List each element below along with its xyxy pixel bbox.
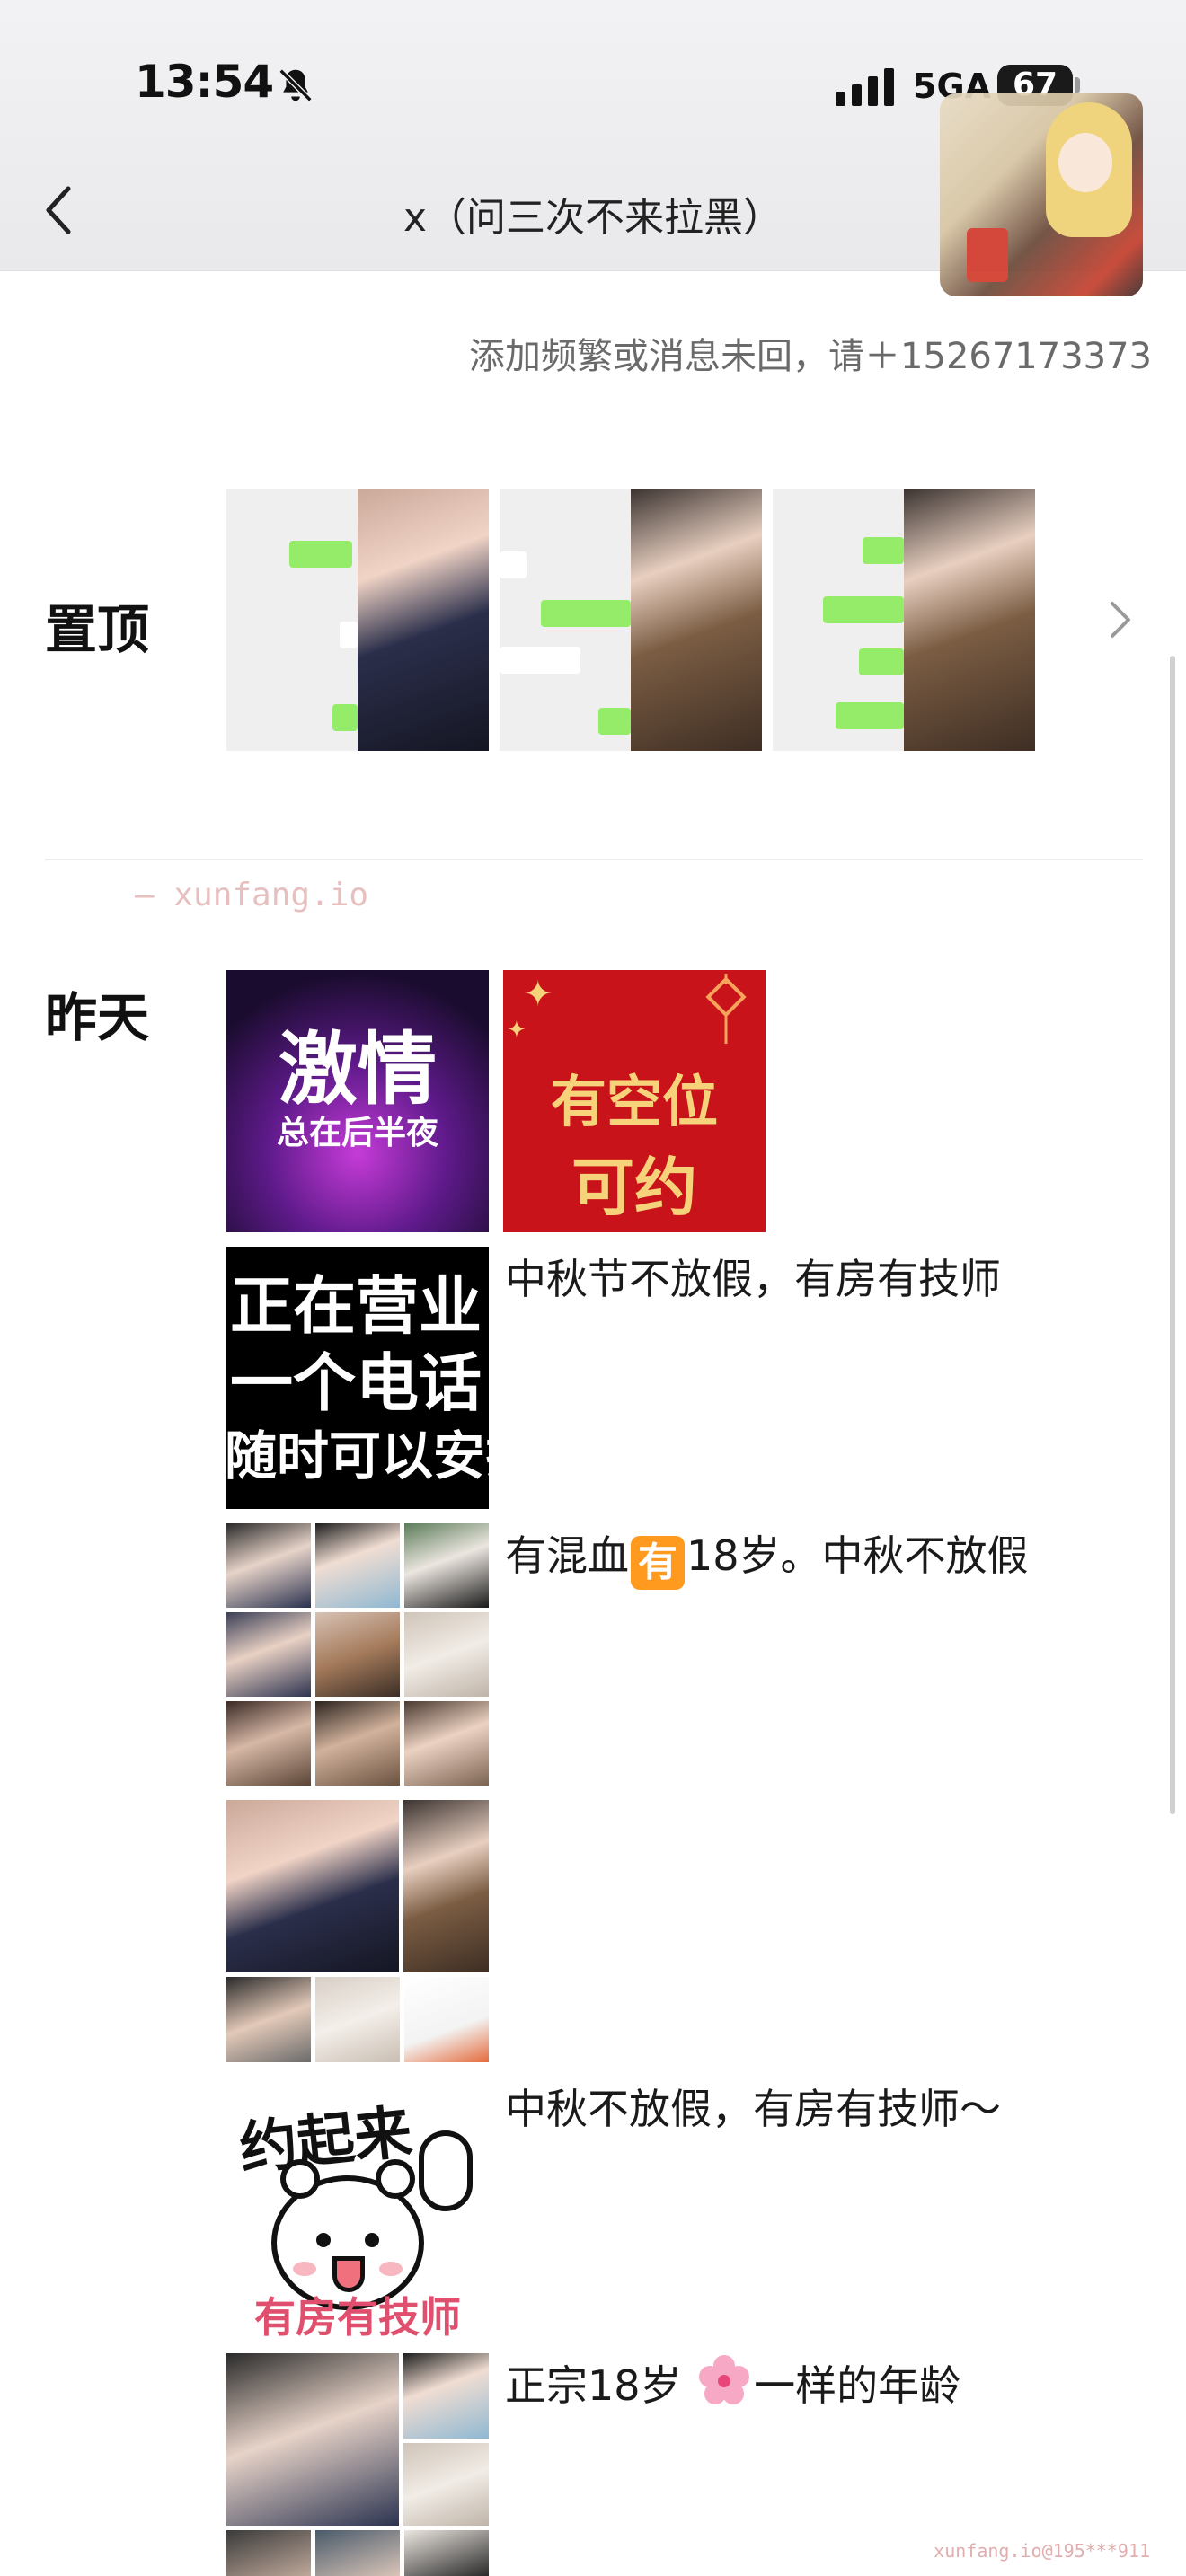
- post-image-grid[interactable]: [226, 2353, 489, 2576]
- photo: [403, 2443, 489, 2526]
- watermark: xunfang.io@195***911: [934, 2540, 1150, 2562]
- image-headline: 有空位: [550, 1069, 718, 1134]
- photo: [315, 1701, 400, 1786]
- photo: [315, 1977, 400, 2062]
- photo: [404, 1701, 489, 1786]
- photo: [403, 1800, 489, 1972]
- photo: [226, 1701, 311, 1786]
- bear-icon-part: [293, 2262, 316, 2276]
- divider: [45, 859, 1143, 860]
- pinned-post[interactable]: [226, 489, 489, 751]
- image-line: 随时可以安排: [226, 1425, 489, 1486]
- photo: [315, 1523, 400, 1608]
- photo: [403, 2353, 489, 2439]
- photo: [358, 489, 489, 751]
- signal-icon: [836, 68, 894, 106]
- status-time: 13:54: [135, 56, 274, 108]
- avatar-art: [967, 228, 1008, 282]
- bear-icon-part: [376, 2159, 415, 2199]
- post-text[interactable]: 中秋不放假，有房有技师～: [505, 2077, 1001, 2136]
- cherry-blossom-icon: [699, 2355, 750, 2404]
- chinese-knot-icon: [705, 974, 747, 1044]
- post-image-bear[interactable]: 约起来 有房有技师: [226, 2077, 489, 2339]
- post-text-part: 有混血: [505, 1531, 629, 1580]
- photo: [315, 2530, 400, 2576]
- bear-icon-part: [316, 2233, 331, 2247]
- profile-signature: 添加频繁或消息未回，请＋15267173373: [469, 336, 1152, 377]
- photo: [315, 1612, 400, 1697]
- post-image-collage[interactable]: [226, 1800, 489, 2062]
- pinned-label: 置顶: [45, 599, 150, 660]
- photo: [226, 2530, 311, 2576]
- sparkle-icon: ✦: [523, 974, 553, 1015]
- sparkle-icon: ✦: [507, 1017, 527, 1044]
- photo: [904, 489, 1035, 751]
- pinned-post[interactable]: [773, 489, 1035, 751]
- photo: [404, 1977, 489, 2062]
- chat-screenshot: [500, 489, 631, 751]
- bear-paw-icon: [419, 2130, 473, 2211]
- pinned-post[interactable]: [500, 489, 762, 751]
- photo: [226, 1612, 311, 1697]
- post-text[interactable]: 有混血有 18岁。中秋不放假: [505, 1523, 1029, 1590]
- image-subline: 可约: [571, 1150, 697, 1224]
- image-line: 一个电话: [230, 1346, 482, 1420]
- photo: [631, 489, 762, 751]
- photo: [226, 1523, 311, 1608]
- post-text[interactable]: 正宗18岁 一样的年龄: [505, 2353, 960, 2413]
- chevron-right-icon[interactable]: [1107, 598, 1134, 641]
- post-text-part: 一样的年龄: [754, 2361, 961, 2410]
- image-headline: 激情: [278, 1023, 437, 1116]
- photo: [226, 2353, 399, 2526]
- image-subline: 总在后半夜: [276, 1115, 438, 1151]
- photo: [404, 1523, 489, 1608]
- photo: [404, 2530, 489, 2576]
- post-image-grid[interactable]: [226, 1523, 489, 1786]
- chat-screenshot: [773, 489, 904, 751]
- avatar[interactable]: [940, 93, 1143, 296]
- chat-screenshot: [226, 489, 358, 751]
- post-image-open[interactable]: 正在营业 一个电话 随时可以安排: [226, 1247, 489, 1509]
- post-text-part: 18岁。中秋不放假: [686, 1531, 1029, 1580]
- photo: [404, 1612, 489, 1697]
- watermark: — xunfang.io: [135, 877, 369, 913]
- avatar-art: [1058, 133, 1112, 192]
- image-caption: 有房有技师: [254, 2293, 461, 2339]
- bear-icon-part: [365, 2233, 379, 2247]
- top-bar: 13:54 5GA 67 x（问三次不来拉黑）: [0, 0, 1186, 296]
- post-image-passion[interactable]: 激情 总在后半夜: [226, 970, 489, 1232]
- photo: [226, 1800, 399, 1972]
- bear-icon-part: [379, 2262, 403, 2276]
- bell-muted-icon: [279, 68, 313, 102]
- post-text[interactable]: 中秋节不放假，有房有技师: [505, 1247, 1001, 1306]
- battery-tip: [1075, 77, 1080, 93]
- bear-icon-part: [280, 2159, 320, 2199]
- photo: [226, 1977, 311, 2062]
- yesterday-label: 昨天: [45, 987, 150, 1048]
- has-emoji-icon: 有: [631, 1536, 685, 1590]
- scrollbar[interactable]: [1170, 656, 1175, 1814]
- post-image-available[interactable]: ✦ ✦ 有空位 可约: [503, 970, 766, 1232]
- post-text-part: 正宗18岁: [505, 2361, 695, 2410]
